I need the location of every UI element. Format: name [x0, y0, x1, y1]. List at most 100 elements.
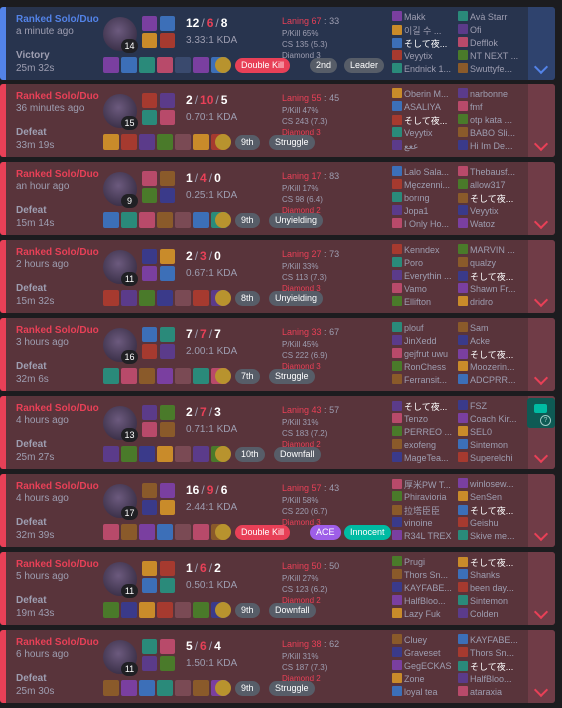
- item-icon[interactable]: [157, 212, 173, 228]
- team-player[interactable]: Superelchi: [458, 452, 520, 464]
- item-icon[interactable]: [121, 524, 137, 540]
- team-player[interactable]: Oberin M...: [392, 88, 454, 100]
- team-player[interactable]: そして夜...: [392, 400, 454, 412]
- item-icon[interactable]: [139, 446, 155, 462]
- summoner-spell-icon[interactable]: [142, 344, 157, 359]
- team-player[interactable]: 厚米PW T...: [392, 478, 454, 490]
- item-icon[interactable]: [175, 602, 191, 618]
- team-player[interactable]: otp kata ...: [458, 114, 520, 126]
- rune-icon[interactable]: [160, 188, 175, 203]
- team-player[interactable]: そして夜...: [392, 114, 454, 126]
- item-icon[interactable]: [193, 57, 209, 73]
- match-card[interactable]: Ranked Solo/Duo 5 hours ago Defeat 19m 43s 1…: [0, 552, 555, 625]
- team-player[interactable]: Shanks: [458, 569, 520, 581]
- rune-icon[interactable]: [160, 561, 175, 576]
- item-icon[interactable]: [175, 212, 191, 228]
- item-icon[interactable]: [103, 602, 119, 618]
- team-player[interactable]: MageTea...: [392, 452, 454, 464]
- team-player[interactable]: Watoz: [458, 218, 520, 230]
- team-player[interactable]: loyal tea: [392, 686, 454, 698]
- match-card[interactable]: Ranked Solo/Duo 4 hours ago Defeat 25m 27s 1…: [0, 396, 555, 469]
- item-icon[interactable]: [175, 446, 191, 462]
- team-player[interactable]: Everythin ...: [392, 270, 454, 282]
- summoner-spell-icon[interactable]: [142, 188, 157, 203]
- item-icon[interactable]: [121, 290, 137, 306]
- team-player[interactable]: Sintemon: [458, 439, 520, 451]
- item-icon[interactable]: [139, 134, 155, 150]
- rune-icon[interactable]: [160, 266, 175, 281]
- item-icon[interactable]: [121, 134, 137, 150]
- team-player[interactable]: そして夜...: [458, 504, 520, 516]
- item-icon[interactable]: [193, 290, 209, 306]
- team-player[interactable]: Vamo: [392, 283, 454, 295]
- expand-button[interactable]: [528, 162, 555, 235]
- summoner-spell-icon[interactable]: [142, 93, 157, 108]
- summoner-spell-icon[interactable]: [142, 639, 157, 654]
- summoner-spell-icon[interactable]: [142, 500, 157, 515]
- team-player[interactable]: Coach Kir...: [458, 413, 520, 425]
- team-player[interactable]: Graveset: [392, 647, 454, 659]
- summoner-spell-icon[interactable]: [142, 561, 157, 576]
- item-icon[interactable]: [121, 212, 137, 228]
- item-icon[interactable]: [175, 57, 191, 73]
- rune-icon[interactable]: [160, 16, 175, 31]
- team-player[interactable]: Kenndex: [392, 244, 454, 256]
- team-player[interactable]: Męczenni...: [392, 179, 454, 191]
- item-icon[interactable]: [157, 134, 173, 150]
- match-card[interactable]: Ranked Solo/Duo 2 hours ago Defeat 15m 32s 1…: [0, 240, 555, 313]
- team-player[interactable]: Skive me...: [458, 530, 520, 542]
- team-player[interactable]: Tenzo: [392, 413, 454, 425]
- match-card[interactable]: Ranked Solo/Duo an hour ago Defeat 15m 14s 9…: [0, 162, 555, 235]
- item-icon[interactable]: [139, 212, 155, 228]
- team-player[interactable]: Moozerin...: [458, 361, 520, 373]
- summoner-spell-icon[interactable]: [142, 656, 157, 671]
- team-player[interactable]: Makk: [392, 11, 454, 23]
- expand-button[interactable]: [528, 552, 555, 625]
- team-player[interactable]: JinXedd: [392, 335, 454, 347]
- summoner-spell-icon[interactable]: [142, 422, 157, 437]
- item-icon[interactable]: [103, 680, 119, 696]
- team-player[interactable]: GegECKAS: [392, 660, 454, 672]
- ward-icon[interactable]: [215, 368, 231, 384]
- item-icon[interactable]: [139, 368, 155, 384]
- ward-icon[interactable]: [215, 446, 231, 462]
- item-icon[interactable]: [139, 290, 155, 306]
- item-icon[interactable]: [193, 602, 209, 618]
- item-icon[interactable]: [157, 290, 173, 306]
- expand-button[interactable]: [528, 84, 555, 157]
- team-player[interactable]: Sintemon: [458, 595, 520, 607]
- summoner-spell-icon[interactable]: [142, 266, 157, 281]
- team-player[interactable]: Ferransit...: [392, 374, 454, 386]
- team-player[interactable]: R34L TREX: [392, 530, 454, 542]
- expand-button[interactable]: [528, 474, 555, 547]
- team-player[interactable]: Endnick 1...: [392, 63, 454, 75]
- team-player[interactable]: plouf: [392, 322, 454, 334]
- summoner-spell-icon[interactable]: [142, 327, 157, 342]
- team-player[interactable]: MARVIN ...: [458, 244, 520, 256]
- summoner-spell-icon[interactable]: [142, 405, 157, 420]
- team-player[interactable]: ASALIYA: [392, 101, 454, 113]
- team-player[interactable]: KAYFABE...: [392, 582, 454, 594]
- rune-icon[interactable]: [160, 639, 175, 654]
- team-player[interactable]: 拉塔臣臣: [392, 504, 454, 516]
- team-player[interactable]: been day...: [458, 582, 520, 594]
- ward-icon[interactable]: [215, 134, 231, 150]
- item-icon[interactable]: [193, 680, 209, 696]
- ward-icon[interactable]: [215, 524, 231, 540]
- summoner-spell-icon[interactable]: [142, 249, 157, 264]
- team-player[interactable]: allow317: [458, 179, 520, 191]
- rune-icon[interactable]: [160, 171, 175, 186]
- item-icon[interactable]: [121, 368, 137, 384]
- team-player[interactable]: Shawn Fr...: [458, 283, 520, 295]
- team-player[interactable]: Sam: [458, 322, 520, 334]
- rune-icon[interactable]: [160, 249, 175, 264]
- item-icon[interactable]: [157, 368, 173, 384]
- ward-icon[interactable]: [215, 212, 231, 228]
- team-player[interactable]: BABO Sli...: [458, 127, 520, 139]
- team-player[interactable]: narbonne: [458, 88, 520, 100]
- item-icon[interactable]: [175, 368, 191, 384]
- rune-icon[interactable]: [160, 110, 175, 125]
- team-player[interactable]: qualzy: [458, 257, 520, 269]
- rune-icon[interactable]: [160, 33, 175, 48]
- team-player[interactable]: Thors Sn...: [458, 647, 520, 659]
